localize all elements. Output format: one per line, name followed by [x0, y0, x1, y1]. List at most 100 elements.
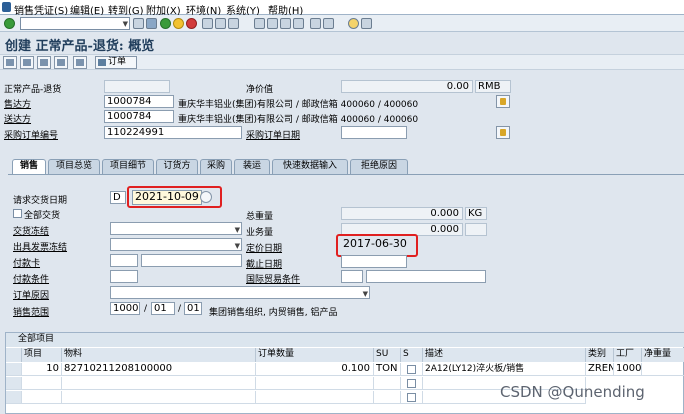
col-order-quantity[interactable]: 订单数量	[256, 348, 374, 362]
pricing-date-label: 定价日期	[246, 244, 283, 254]
table-row-net-weight[interactable]	[642, 363, 684, 376]
tab-item-detail[interactable]: 项目细节	[102, 159, 154, 174]
payment-terms-label: 付款条件	[13, 275, 50, 285]
item-icon[interactable]	[54, 56, 68, 69]
table-row-empty-cell[interactable]	[401, 377, 423, 390]
table-row-empty-cell[interactable]	[62, 391, 256, 404]
cancel-icon[interactable]	[186, 18, 197, 29]
req-date-type-field[interactable]: D	[110, 191, 126, 204]
command-field[interactable]: ▼	[20, 17, 130, 30]
po-details-button[interactable]	[496, 126, 510, 139]
sales-area-description: 集团销售组织, 内贸销售, 铝产品	[209, 308, 338, 318]
table-row-item[interactable]: 10	[22, 363, 62, 376]
table-row-su[interactable]: TON	[374, 363, 401, 376]
payment-card-number-field[interactable]	[141, 254, 242, 267]
billing-block-dropdown-icon[interactable]: ▼	[235, 241, 240, 250]
table-row-empty-cell[interactable]	[22, 391, 62, 404]
tab-sales[interactable]: 销售	[12, 159, 46, 174]
row-status-checkbox[interactable]	[407, 379, 416, 388]
partner-icon[interactable]	[37, 56, 51, 69]
table-row-empty-cell[interactable]	[62, 377, 256, 390]
row-status-checkbox[interactable]	[407, 365, 416, 374]
ship-to-label: 送达方	[4, 115, 32, 125]
order-button[interactable]: 订单	[95, 56, 137, 69]
next-page-icon[interactable]	[280, 18, 291, 29]
watermark: CSDN @Qunending	[500, 383, 645, 401]
req-delivery-date-label: 请求交货日期	[13, 196, 68, 206]
sap-logo-icon[interactable]	[2, 2, 11, 12]
tab-shipping[interactable]: 装运	[234, 159, 270, 174]
row-selector[interactable]	[6, 363, 22, 376]
table-row-description[interactable]: 2A12(LY12)淬火板/销售	[423, 363, 586, 376]
sold-to-details-button[interactable]	[496, 95, 510, 108]
table-row-category[interactable]: ZREN	[586, 363, 614, 376]
first-page-icon[interactable]	[254, 18, 265, 29]
order-reason-field[interactable]: ▼	[110, 286, 370, 299]
billing-block-field[interactable]: ▼	[110, 238, 242, 251]
incoterms-location-field[interactable]	[366, 270, 486, 283]
po-date-field[interactable]	[341, 126, 407, 139]
tab-ordering-party[interactable]: 订货方	[156, 159, 198, 174]
table-row-plant[interactable]: 1000	[614, 363, 642, 376]
availability-icon[interactable]	[73, 56, 87, 69]
sales-org-field[interactable]: 1000	[110, 302, 140, 315]
po-number-field[interactable]: 110224991	[104, 126, 242, 139]
delivery-block-dropdown-icon[interactable]: ▼	[235, 225, 240, 234]
dropdown-icon[interactable]: ▼	[123, 20, 128, 28]
sold-to-field[interactable]: 1000784	[104, 95, 174, 108]
tab-item-overview[interactable]: 项目总览	[48, 159, 100, 174]
last-page-icon[interactable]	[293, 18, 304, 29]
tab-reason-for-rejection[interactable]: 拒绝原因	[350, 159, 408, 174]
enter-icon[interactable]	[4, 18, 15, 29]
collapse-icon[interactable]	[133, 18, 144, 29]
select-all-icon[interactable]	[6, 348, 22, 362]
col-description[interactable]: 描述	[423, 348, 586, 362]
distribution-channel-field[interactable]: 01	[151, 302, 175, 315]
table-row-empty-cell[interactable]	[256, 391, 374, 404]
previous-page-icon[interactable]	[267, 18, 278, 29]
delivery-block-label: 交货冻结	[13, 227, 50, 237]
col-plant[interactable]: 工厂	[614, 348, 642, 362]
incoterms-field[interactable]	[341, 270, 363, 283]
exit-icon[interactable]	[173, 18, 184, 29]
table-row-empty-cell[interactable]	[22, 377, 62, 390]
table-row-empty-cell[interactable]	[256, 377, 374, 390]
print-icon[interactable]	[202, 18, 213, 29]
save-icon[interactable]	[146, 18, 157, 29]
division-field[interactable]: 01	[184, 302, 202, 315]
table-row-quantity[interactable]: 0.100	[256, 363, 374, 376]
total-weight-label: 总重量	[246, 212, 274, 222]
row-selector[interactable]	[6, 377, 22, 390]
col-s[interactable]: S	[401, 348, 423, 362]
table-row-material[interactable]: 82710211208100000	[62, 363, 256, 376]
table-row-empty-cell[interactable]	[374, 391, 401, 404]
shortcut-icon[interactable]	[323, 18, 334, 29]
table-row-empty-cell[interactable]	[374, 377, 401, 390]
table-row-empty-cell[interactable]	[401, 391, 423, 404]
tab-procurement[interactable]: 采购	[200, 159, 232, 174]
row-selector[interactable]	[6, 391, 22, 404]
payment-terms-field[interactable]	[110, 270, 138, 283]
row-status-checkbox[interactable]	[407, 393, 416, 402]
new-session-icon[interactable]	[310, 18, 321, 29]
help-icon[interactable]	[348, 18, 359, 29]
col-category[interactable]: 类别	[586, 348, 614, 362]
find-icon[interactable]	[215, 18, 226, 29]
layout-menu-icon[interactable]	[361, 18, 372, 29]
payment-card-type-field[interactable]	[110, 254, 138, 267]
col-item[interactable]: 项目	[22, 348, 62, 362]
col-net-weight[interactable]: 净重量	[642, 348, 684, 362]
table-row-s[interactable]	[401, 363, 423, 376]
expiry-date-field[interactable]	[341, 255, 407, 268]
ship-to-field[interactable]: 1000784	[104, 110, 174, 123]
col-su[interactable]: SU	[374, 348, 401, 362]
find-next-icon[interactable]	[228, 18, 239, 29]
order-reason-dropdown-icon[interactable]: ▼	[363, 289, 368, 298]
back-icon[interactable]	[160, 18, 171, 29]
header-icon[interactable]	[20, 56, 34, 69]
tab-fast-data-entry[interactable]: 快速数据输入	[272, 159, 348, 174]
col-material[interactable]: 物料	[62, 348, 256, 362]
display-doc-flow-icon[interactable]	[3, 56, 17, 69]
complete-delivery-checkbox[interactable]	[13, 209, 22, 218]
delivery-block-field[interactable]: ▼	[110, 222, 242, 235]
